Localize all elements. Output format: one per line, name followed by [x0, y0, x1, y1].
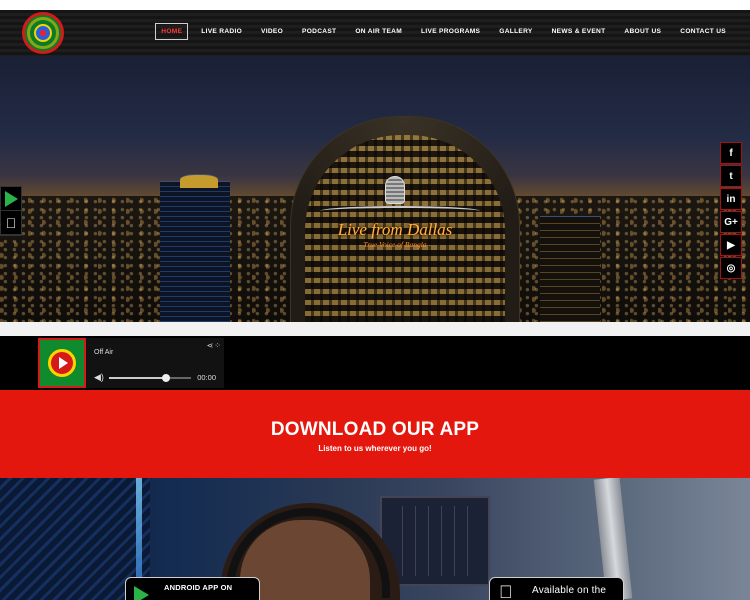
- player-status: Off Air: [94, 349, 114, 356]
- hero-title: Live from Dallas: [337, 220, 453, 239]
- side-google-play-link[interactable]: [1, 187, 21, 211]
- android-badge-label: ANDROID APP ON: [164, 583, 233, 592]
- nav-item-on-air-team[interactable]: ON AIR TEAM: [349, 24, 408, 39]
- nav-item-video[interactable]: VIDEO: [255, 24, 289, 39]
- nav-item-gallery[interactable]: GALLERY: [493, 24, 538, 39]
- side-app-store-link[interactable]: : [1, 211, 21, 235]
- hero-banner: Live from Dallas - True Voice of Bangla …: [0, 56, 750, 324]
- studio-photo: [0, 478, 750, 600]
- nav-item-live-programs[interactable]: LIVE PROGRAMS: [415, 24, 486, 39]
- nav-item-news-event[interactable]: NEWS & EVENT: [546, 24, 612, 39]
- youtube-icon[interactable]: ▶: [720, 234, 742, 256]
- building-left-dome: [180, 174, 218, 188]
- play-icon: [48, 349, 76, 377]
- hero-subtitle: - True Voice of Bangla -: [359, 240, 431, 249]
- app-store-badge[interactable]:  Available on the: [489, 577, 624, 600]
- share-expand-icon[interactable]: ⋖⁘: [207, 341, 222, 350]
- site-logo[interactable]: [22, 12, 64, 54]
- volume-knob[interactable]: [162, 374, 171, 382]
- linkedin-icon[interactable]: in: [720, 188, 742, 210]
- hero-sign: Live from Dallas - True Voice of Bangla …: [320, 176, 480, 249]
- twitter-icon[interactable]: t: [720, 165, 742, 187]
- apple-icon: : [6, 215, 17, 231]
- apple-icon: : [499, 582, 513, 600]
- main-menu: HOME LIVE RADIO VIDEO PODCAST ON AIR TEA…: [148, 23, 732, 40]
- nav-item-live-radio[interactable]: LIVE RADIO: [195, 24, 248, 39]
- download-heading: DOWNLOAD OUR APP: [270, 419, 480, 440]
- navbar: HOME LIVE RADIO VIDEO PODCAST ON AIR TEA…: [0, 10, 750, 56]
- player-artwork[interactable]: [38, 338, 86, 388]
- radio-player: Off Air ⋖⁘ ◀) 00:00: [38, 338, 224, 388]
- nav-item-home[interactable]: HOME: [155, 23, 189, 40]
- facebook-icon[interactable]: f: [720, 142, 742, 164]
- volume-fill: [109, 377, 167, 379]
- volume-slider[interactable]: [109, 374, 191, 382]
- microphone-icon: [385, 176, 405, 204]
- google-play-icon: [4, 190, 18, 207]
- download-app-section: DOWNLOAD OUR APP Listen to us wherever y…: [0, 390, 750, 478]
- side-app-links: : [0, 186, 22, 236]
- logo-globe: [34, 24, 52, 42]
- building-right: [540, 216, 600, 324]
- player-time: 00:00: [197, 373, 216, 382]
- sign-arc: [320, 206, 480, 216]
- google-plus-icon[interactable]: G+: [720, 211, 742, 233]
- instagram-icon[interactable]: ◎: [720, 257, 742, 279]
- ios-badge-label: Available on the: [532, 585, 607, 596]
- nav-item-about-us[interactable]: ABOUT US: [618, 24, 667, 39]
- section-divider: [0, 322, 750, 336]
- google-play-icon: [134, 586, 149, 600]
- nav-item-contact-us[interactable]: CONTACT US: [674, 24, 732, 39]
- volume-icon[interactable]: ◀): [94, 372, 104, 383]
- top-strip: [0, 0, 750, 10]
- google-play-badge[interactable]: ANDROID APP ON: [125, 577, 260, 600]
- social-links: f t in G+ ▶ ◎: [720, 142, 742, 280]
- nav-item-podcast[interactable]: PODCAST: [296, 24, 342, 39]
- building-left: [160, 181, 230, 324]
- download-tagline: Listen to us wherever you go!: [318, 444, 432, 453]
